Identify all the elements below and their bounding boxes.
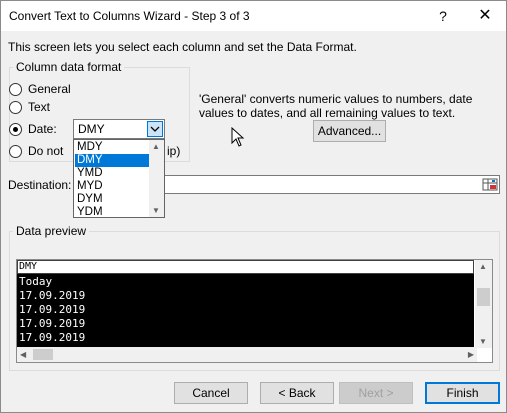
preview-body[interactable]: Today 17.09.2019 17.09.2019 17.09.2019 1…	[17, 274, 474, 347]
radio-general[interactable]: General	[9, 81, 71, 97]
radio-text-label: Text	[28, 100, 51, 114]
date-format-select[interactable]: DMY	[73, 119, 165, 139]
preview-column-header[interactable]: DMY	[17, 260, 474, 274]
destination-label: Destination:	[8, 178, 72, 192]
date-format-dropdown: MDY DMY YMD MYD DYM YDM ▲ ▼	[73, 139, 165, 218]
next-button[interactable]: Next >	[339, 382, 413, 404]
mouse-pointer-icon	[231, 127, 245, 147]
scroll-thumb[interactable]	[477, 288, 490, 306]
back-button[interactable]: < Back	[260, 382, 334, 404]
radio-general-button[interactable]	[9, 82, 22, 96]
date-format-value: DMY	[78, 122, 105, 136]
preview-row: 17.09.2019	[19, 289, 86, 302]
radio-text-button[interactable]	[9, 100, 22, 114]
title-bar: Convert Text to Columns Wizard - Step 3 …	[1, 1, 506, 31]
preview-row: Today	[19, 275, 53, 288]
help-button[interactable]: ?	[429, 6, 457, 26]
scroll-thumb[interactable]	[33, 349, 53, 360]
column-format-label: Column data format	[13, 60, 125, 74]
radio-text[interactable]: Text	[9, 99, 50, 115]
preview-row: 17.09.2019	[19, 303, 86, 316]
dropdown-option-dmy[interactable]: DMY	[75, 154, 150, 167]
radio-date-button[interactable]	[9, 122, 22, 136]
radio-skip-label: Do not	[28, 144, 64, 158]
scroll-up-icon[interactable]: ▲	[479, 262, 487, 271]
data-preview[interactable]: DMY Today 17.09.2019 17.09.2019 17.09.20…	[16, 259, 493, 363]
format-description: 'General' converts numeric values to num…	[199, 92, 473, 120]
dropdown-scrollbar[interactable]: ▲ ▼	[149, 140, 164, 217]
scroll-down-icon[interactable]: ▼	[479, 337, 487, 346]
scroll-down-icon[interactable]: ▼	[152, 206, 160, 215]
chevron-down-icon[interactable]	[147, 121, 163, 137]
dropdown-option-myd[interactable]: MYD	[75, 180, 150, 193]
preview-row: 17.09.2019	[19, 317, 86, 330]
dropdown-option-ydm[interactable]: YDM	[75, 206, 150, 219]
radio-skip[interactable]: Do not	[9, 143, 63, 159]
preview-horizontal-scrollbar[interactable]: ◀ ▶	[17, 347, 477, 362]
finish-button[interactable]: Finish	[425, 382, 500, 404]
scroll-up-icon[interactable]: ▲	[152, 142, 160, 151]
dropdown-option-ymd[interactable]: YMD	[75, 167, 150, 180]
radio-date[interactable]: Date:	[9, 121, 57, 137]
data-preview-label: Data preview	[13, 224, 90, 238]
radio-general-label: General	[28, 82, 71, 96]
dropdown-option-dym[interactable]: DYM	[75, 193, 150, 206]
intro-text: This screen lets you select each column …	[8, 40, 357, 54]
cancel-button[interactable]: Cancel	[174, 382, 248, 404]
dialog-title: Convert Text to Columns Wizard - Step 3 …	[9, 9, 250, 23]
radio-skip-label-suffix: ip)	[167, 144, 181, 158]
close-button[interactable]: ✕	[471, 6, 499, 26]
advanced-button[interactable]: Advanced...	[313, 120, 386, 142]
preview-vertical-scrollbar[interactable]: ▲ ▼	[475, 260, 492, 348]
preview-row: 17.09.2019	[19, 331, 86, 344]
destination-input[interactable]	[161, 175, 500, 194]
dropdown-option-mdy[interactable]: MDY	[75, 141, 150, 154]
range-select-icon[interactable]	[482, 177, 498, 192]
scroll-right-icon[interactable]: ▶	[468, 350, 474, 359]
wizard-dialog: Convert Text to Columns Wizard - Step 3 …	[0, 0, 507, 413]
radio-date-label: Date:	[28, 122, 57, 136]
radio-skip-button[interactable]	[9, 144, 22, 158]
scroll-left-icon[interactable]: ◀	[20, 350, 26, 359]
